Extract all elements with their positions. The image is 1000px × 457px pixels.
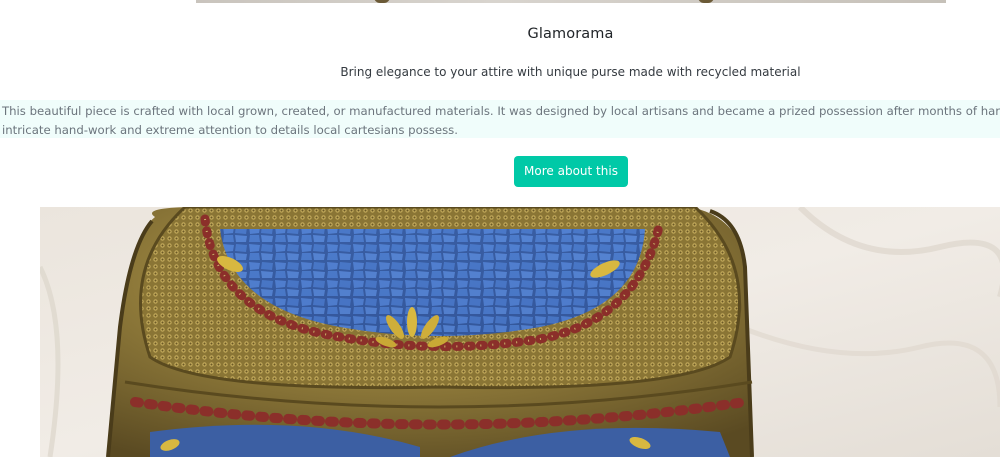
purse-photo: [40, 207, 1000, 457]
purse-ring-left: [374, 0, 390, 3]
description-line-1: This beautiful piece is crafted with loc…: [2, 104, 1000, 118]
product-title: Glamorama: [527, 26, 614, 42]
description-line-2: intricate hand-work and extreme attentio…: [2, 123, 458, 137]
product-image: [40, 207, 1000, 457]
previous-product-image: [196, 0, 946, 3]
purse-ring-right: [698, 0, 714, 3]
product-subtitle: Bring elegance to your attire with uniqu…: [340, 65, 801, 79]
product-description: This beautiful piece is crafted with loc…: [0, 100, 1000, 138]
more-about-this-button[interactable]: More about this: [514, 156, 628, 187]
page: Glamorama Bring elegance to your attire …: [0, 0, 1000, 457]
